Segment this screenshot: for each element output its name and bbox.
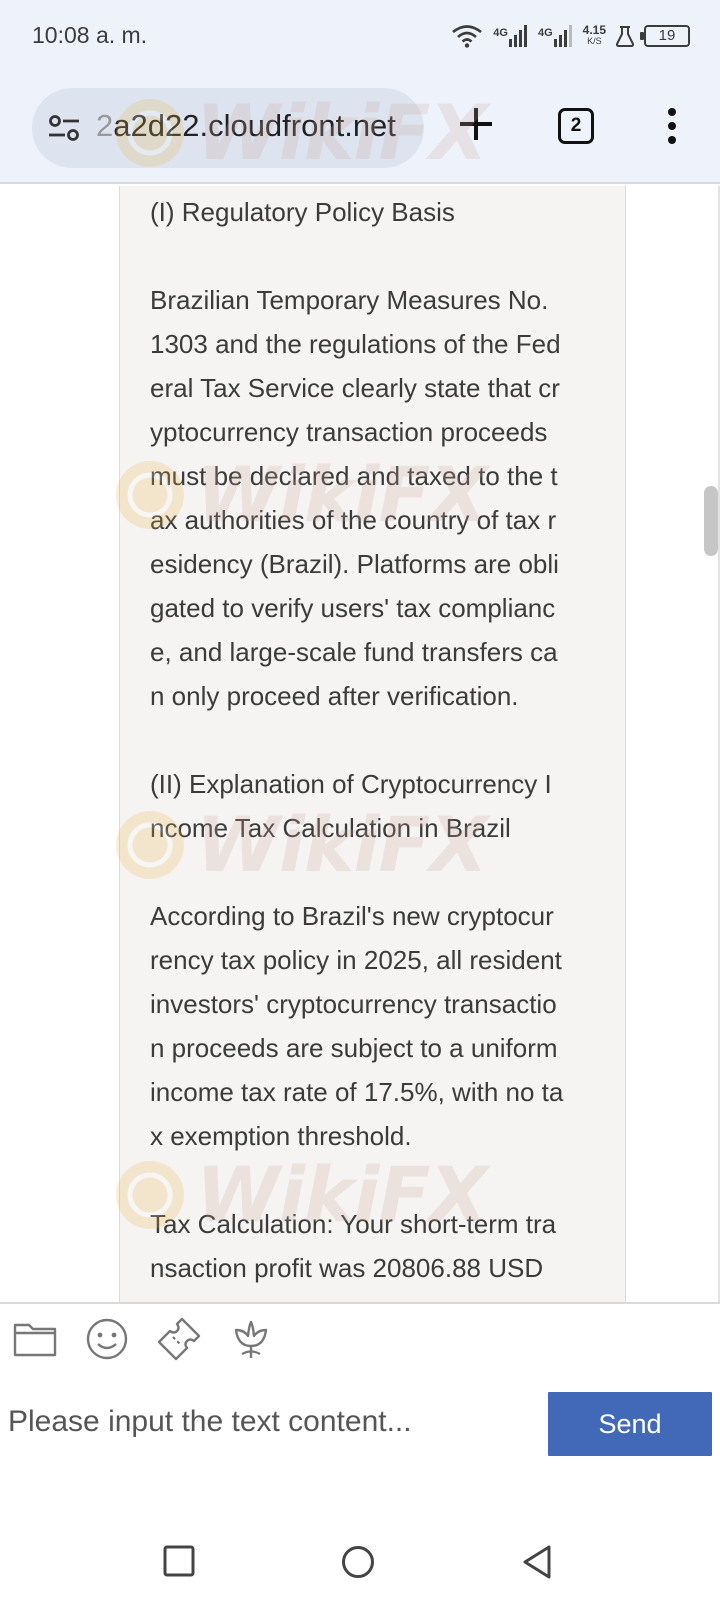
paragraph-tax-policy: According to Brazil's new cryptocur renc… — [150, 901, 564, 1151]
back-icon[interactable] — [520, 1544, 554, 1580]
recent-apps-icon[interactable] — [162, 1544, 196, 1578]
tab-switcher-button[interactable]: 2 — [558, 108, 594, 144]
page-content[interactable]: (I) Regulatory Policy Basis Brazilian Te… — [0, 186, 720, 1302]
status-time: 10:08 a. m. — [32, 22, 148, 48]
url-host: a2d22.cloudfront.net — [113, 108, 396, 143]
signal-2: 4G — [538, 25, 573, 47]
url-faded-prefix: 2 — [96, 108, 114, 143]
message-composer: Send — [0, 1302, 720, 1482]
network-type-1: 4G — [493, 27, 508, 39]
home-icon[interactable] — [340, 1544, 376, 1580]
speed-unit: K/S — [587, 36, 602, 46]
paragraph-regulation: Brazilian Temporary Measures No. 1303 an… — [150, 285, 561, 711]
battery-indicator: 19 — [640, 25, 690, 47]
address-bar[interactable]: 2a2d22.cloudfront.net — [32, 88, 424, 168]
signal-1: 4G — [493, 25, 528, 47]
new-tab-icon[interactable] — [456, 104, 496, 144]
signal-bars-icon — [553, 25, 572, 47]
signal-bars-icon — [508, 25, 527, 47]
network-speed: 4.15 K/S — [582, 23, 606, 47]
message-input[interactable] — [8, 1390, 528, 1454]
browser-toolbar: 2a2d22.cloudfront.net 2 — [0, 72, 720, 184]
section-heading-1: (I) Regulatory Policy Basis — [150, 197, 455, 227]
folder-icon[interactable] — [12, 1316, 58, 1362]
speed-value: 4.15 — [582, 23, 606, 37]
section-heading-2: (II) Explanation of Cryptocurrency I nco… — [150, 769, 552, 843]
article-text: (I) Regulatory Policy Basis Brazilian Te… — [150, 190, 600, 1290]
emoji-icon[interactable] — [84, 1316, 130, 1362]
coupon-icon[interactable] — [156, 1316, 202, 1362]
network-type-2: 4G — [537, 27, 553, 39]
status-icons: 4G 4G 4.15 K/S 19 — [451, 18, 690, 54]
system-nav-bar — [0, 1482, 720, 1612]
url-text[interactable]: 2a2d22.cloudfront.net — [96, 108, 396, 144]
send-button[interactable]: Send — [548, 1392, 712, 1456]
flower-icon[interactable] — [228, 1316, 274, 1362]
paragraph-tax-calculation: Tax Calculation: Your short-term tra nsa… — [150, 1209, 557, 1283]
wifi-icon — [452, 25, 483, 48]
flask-icon — [616, 26, 634, 47]
status-bar: 10:08 a. m. 4G 4G 4.15 K/S 19 — [0, 0, 720, 72]
scrollbar-thumb[interactable] — [704, 486, 718, 556]
site-settings-icon[interactable] — [48, 114, 80, 142]
more-menu-icon[interactable] — [662, 106, 682, 146]
